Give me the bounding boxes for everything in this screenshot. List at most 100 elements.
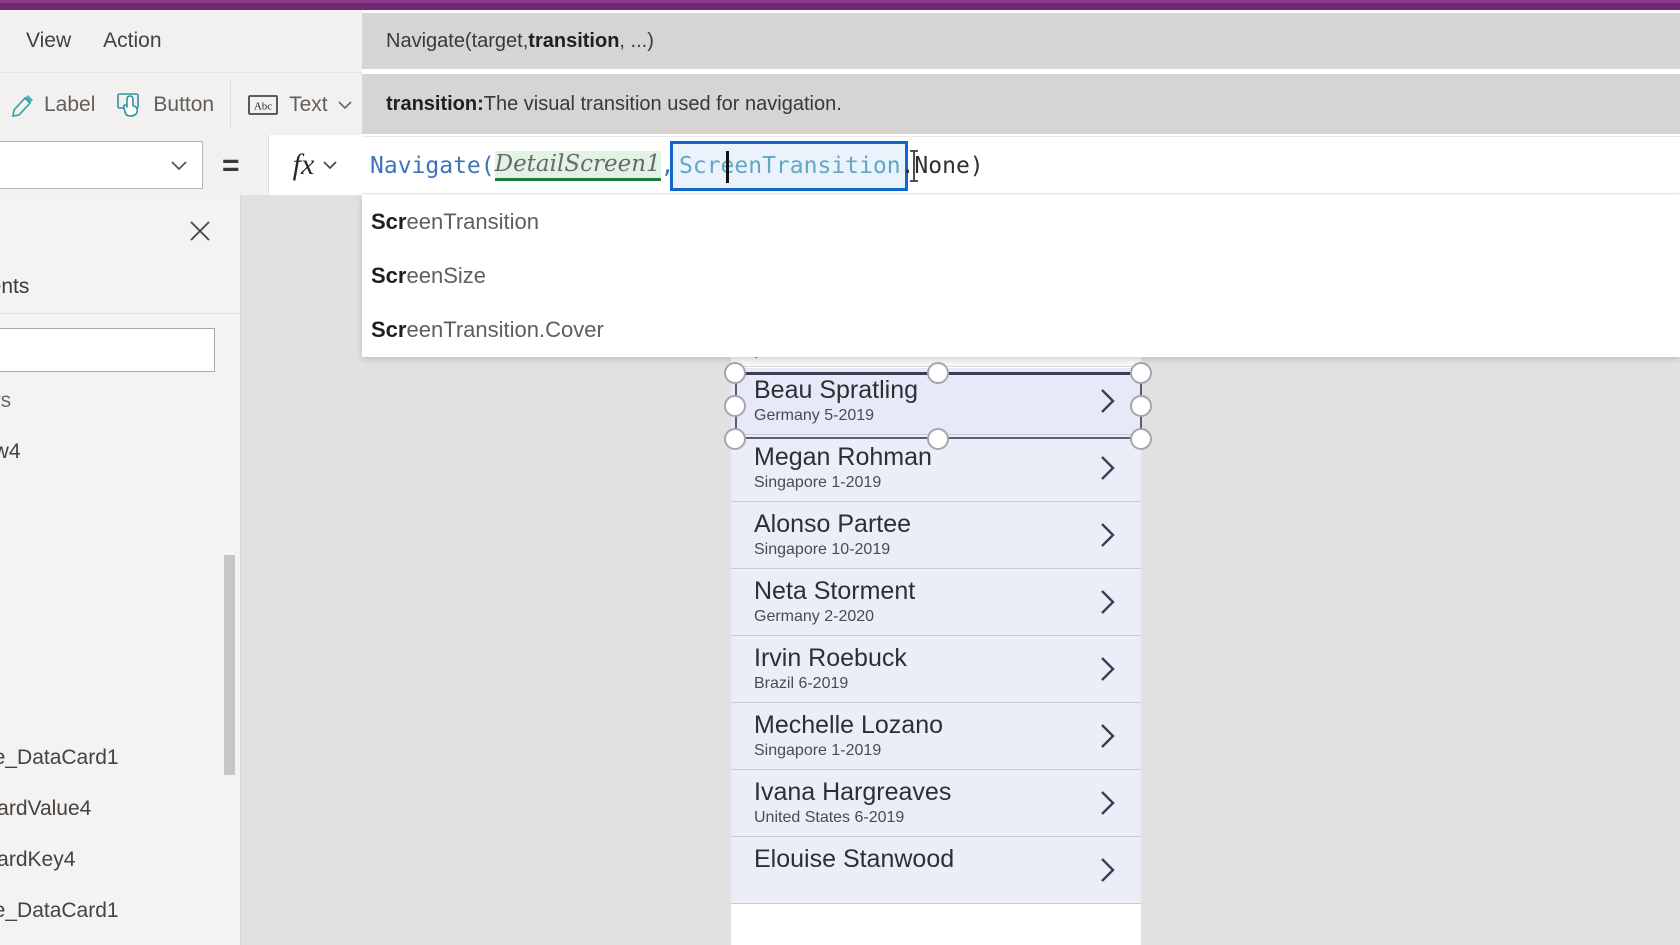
autocomplete-dropdown[interactable]: Scr eenTransition Scr eenSize Scr eenTransi…	[362, 195, 1680, 357]
label-icon	[10, 92, 36, 118]
resize-handle-middle-left[interactable]	[724, 395, 746, 417]
tree-list: ors ow4 4 ne_DataCard1 CardValue4 CardKe…	[0, 375, 240, 936]
intellisense-signature: Navigate(target, transition, ...)	[362, 13, 1680, 69]
gallery-item-name: Irvin Roebuck	[754, 644, 907, 672]
title-bar	[0, 0, 1680, 10]
property-dropdown[interactable]	[0, 141, 203, 189]
property-bar: = fx	[0, 135, 363, 195]
gallery-item-name: Mechelle Lozano	[754, 711, 944, 739]
gallery-item-name: Elouise Stanwood	[754, 845, 955, 873]
resize-handle-top-left[interactable]	[724, 362, 746, 384]
gallery-item[interactable]: Irvin Roebuck Brazil 6-2019	[731, 636, 1141, 703]
ribbon-button-text[interactable]: Abc Text	[237, 80, 364, 130]
formula-active-arg-text: ScreenTransition .None)	[679, 137, 984, 195]
gallery-item-detail: Germany 2-2020	[754, 608, 875, 625]
tree-item[interactable]: CardValue4	[0, 783, 240, 834]
gallery-item-detail: Singapore 10-2019	[754, 541, 891, 558]
search-input[interactable]	[0, 328, 215, 372]
chevron-right-icon[interactable]	[1097, 587, 1119, 622]
formula-bar[interactable]: Navigate(DetailScreen1, ScreenTransition…	[362, 136, 1680, 194]
panel-scrollbar[interactable]	[224, 555, 235, 775]
gallery-item[interactable]: Alonso Partee Singapore 10-2019	[731, 502, 1141, 569]
tree-item[interactable]: ne_DataCard1	[0, 732, 240, 783]
formula-arg-screen: DetailScreen1	[494, 151, 661, 181]
autocomplete-item-rest: eenSize	[406, 263, 486, 288]
chevron-right-icon[interactable]	[1097, 386, 1119, 421]
autocomplete-item-rest: eenTransition.Cover	[406, 317, 604, 342]
tree-item[interactable]	[0, 630, 240, 681]
gallery-item[interactable]: Elouise Stanwood	[731, 837, 1141, 904]
resize-handle-bottom-center[interactable]	[927, 428, 949, 450]
formula-text: Navigate(DetailScreen1,	[370, 137, 688, 195]
menu-item-view[interactable]: View	[10, 10, 87, 72]
description-text: The visual transition used for navigatio…	[483, 92, 842, 115]
autocomplete-item-0[interactable]: Scr eenTransition	[362, 195, 1680, 249]
tree-item[interactable]: ors	[0, 375, 240, 426]
tree-item[interactable]	[0, 579, 240, 630]
gallery-item-name: Neta Storment	[754, 577, 916, 605]
resize-handle-middle-right[interactable]	[1130, 395, 1152, 417]
description-param-name: transition:	[386, 92, 484, 115]
panel-title-text: nents	[0, 275, 30, 298]
resize-handle-top-right[interactable]	[1130, 362, 1152, 384]
autocomplete-item-rest: eenTransition	[406, 209, 539, 234]
text-caret	[726, 151, 729, 183]
ribbon-divider	[230, 80, 232, 129]
tree-item[interactable]	[0, 681, 240, 732]
autocomplete-item-1[interactable]: Scr eenSize	[362, 249, 1680, 303]
gallery-item-detail: Singapore 1-2019	[754, 474, 882, 491]
gallery-item-name: Beau Spratling	[754, 376, 919, 404]
resize-handle-top-center[interactable]	[927, 362, 949, 384]
ribbon-button-label[interactable]: Label	[0, 80, 105, 130]
chevron-down-icon[interactable]	[336, 96, 354, 114]
tree-item[interactable]	[0, 528, 240, 579]
chevron-right-icon[interactable]	[1097, 721, 1119, 756]
signature-active-param: transition	[528, 29, 620, 52]
signature-prefix: Navigate(target,	[386, 29, 529, 52]
tree-item-label: CardKey4	[0, 847, 76, 871]
menu-item-action[interactable]: Action	[87, 10, 177, 72]
app-screen-preview[interactable]: Search items Beau Spratling Germany 5-20…	[731, 335, 1141, 945]
tree-item[interactable]: ne_DataCard1	[0, 885, 240, 936]
autocomplete-match-prefix: Scr	[371, 209, 407, 234]
chevron-right-icon[interactable]	[1097, 788, 1119, 823]
gallery-item-name: Alonso Partee	[754, 510, 912, 538]
gallery-item-name: Megan Rohman	[754, 443, 932, 471]
gallery-item[interactable]: Mechelle Lozano Singapore 1-2019	[731, 703, 1141, 770]
gallery-item-detail: Germany 5-2019	[754, 407, 875, 424]
chevron-right-icon[interactable]	[1097, 654, 1119, 689]
tree-item-label: CardValue4	[0, 796, 92, 820]
gallery-item-detail: Singapore 1-2019	[754, 742, 882, 759]
autocomplete-item-2[interactable]: Scr eenTransition.Cover	[362, 303, 1680, 357]
tree-item-label: ow4	[0, 439, 21, 463]
tree-item[interactable]: 4	[0, 477, 240, 528]
tree-item-label: ne_DataCard1	[0, 745, 119, 769]
resize-handle-bottom-right[interactable]	[1130, 428, 1152, 450]
chevron-down-icon[interactable]	[321, 156, 339, 174]
chevron-right-icon[interactable]	[1097, 855, 1119, 890]
fx-label: fx	[292, 148, 315, 181]
tree-item[interactable]: ow4	[0, 426, 240, 477]
close-icon[interactable]	[186, 217, 214, 245]
svg-text:Abc: Abc	[254, 100, 272, 112]
intellisense-description: transition: The visual transition used f…	[362, 74, 1680, 134]
ribbon-button-button[interactable]: Button	[105, 80, 224, 130]
chevron-right-icon[interactable]	[1097, 453, 1119, 488]
equals-sign: =	[222, 149, 240, 182]
ribbon-toolbar: Label Button Abc Text	[0, 72, 362, 136]
tree-item[interactable]: CardKey4	[0, 834, 240, 885]
chevron-down-icon[interactable]	[168, 154, 190, 176]
tree-item-label: ors	[0, 388, 12, 412]
resize-handle-bottom-left[interactable]	[724, 428, 746, 450]
autocomplete-match-prefix: Scr	[371, 263, 407, 288]
gallery-item[interactable]: Ivana Hargreaves United States 6-2019	[731, 770, 1141, 837]
ribbon-zone: View Action Label Button Abc Text	[0, 10, 362, 136]
ribbon-button-label-text: Label	[44, 92, 96, 116]
gallery-item-detail: Brazil 6-2019	[754, 675, 849, 692]
button-icon	[115, 91, 145, 119]
tree-item-label: ne_DataCard1	[0, 898, 119, 922]
fx-button[interactable]: fx	[268, 135, 363, 195]
gallery-item-name: Ivana Hargreaves	[754, 778, 952, 806]
chevron-right-icon[interactable]	[1097, 520, 1119, 555]
gallery-item[interactable]: Neta Storment Germany 2-2020	[731, 569, 1141, 636]
